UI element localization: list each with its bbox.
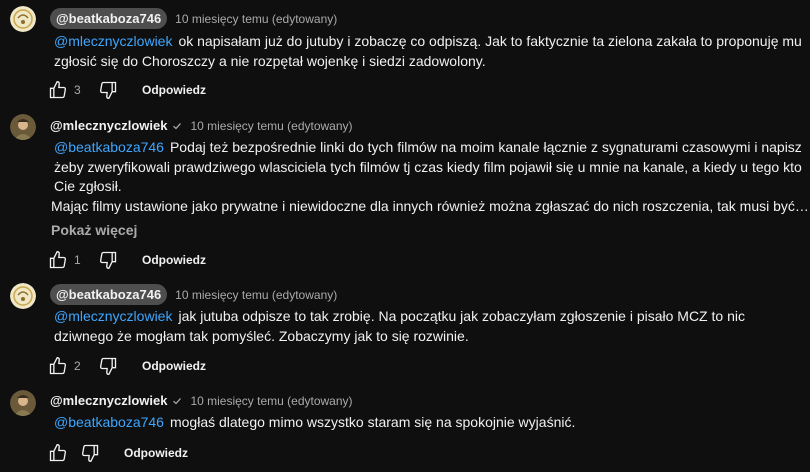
thumbs-down-icon	[99, 81, 117, 100]
comment-actions: 2 Odpowiedz	[46, 354, 206, 378]
comment-text-continued: Mając filmy ustawione jako prywatne i ni…	[51, 198, 809, 214]
mention-link[interactable]: @beatkaboza746	[54, 414, 164, 430]
thumbs-up-icon	[49, 356, 67, 375]
like-button[interactable]	[46, 78, 70, 102]
dislike-button[interactable]	[78, 441, 102, 465]
mention-link[interactable]: @mlecznyczlowiek	[54, 308, 172, 324]
comment-text: @beatkaboza746 mogłaś dlatego mimo wszyst…	[54, 414, 576, 430]
dislike-button[interactable]	[96, 354, 120, 378]
thumbs-down-icon	[99, 251, 117, 270]
comment-actions: 1 Odpowiedz	[46, 248, 206, 272]
author-handle[interactable]: @mlecznyczlowiek	[50, 117, 167, 134]
author-handle[interactable]: @beatkaboza746	[50, 284, 168, 305]
timestamp[interactable]: 10 miesięcy temu (edytowany)	[175, 288, 337, 302]
timestamp[interactable]: 10 miesięcy temu (edytowany)	[175, 12, 337, 26]
avatar[interactable]	[10, 114, 36, 140]
like-button[interactable]	[46, 354, 70, 378]
thumbs-up-icon	[49, 80, 67, 99]
verified-check-icon	[173, 397, 182, 404]
comment-header: @beatkaboza746 10 miesięcy temu (edytowa…	[50, 8, 337, 29]
reply-button[interactable]: Odpowiedz	[124, 446, 188, 460]
comment-header: @mlecznyczlowiek 10 miesięcy temu (edyto…	[50, 117, 353, 134]
avatar[interactable]	[10, 390, 36, 416]
comment-header: @mlecznyczlowiek 10 miesięcy temu (edyto…	[50, 392, 353, 409]
dislike-button[interactable]	[96, 78, 120, 102]
avatar[interactable]	[10, 6, 36, 32]
comment-header: @beatkaboza746 10 miesięcy temu (edytowa…	[50, 284, 337, 305]
like-count: 2	[74, 359, 81, 373]
comment-actions: 3 Odpowiedz	[46, 78, 206, 102]
like-button[interactable]	[46, 248, 70, 272]
comment-text: @beatkaboza746 Podaj też bezpośrednie lin…	[54, 139, 802, 194]
like-count: 1	[74, 253, 81, 267]
author-handle[interactable]: @mlecznyczlowiek	[50, 392, 167, 409]
reply-button[interactable]: Odpowiedz	[142, 359, 206, 373]
comment-actions: Odpowiedz	[46, 441, 188, 465]
comment-text: @mlecznyczlowiek ok napisałam już do jutu…	[54, 33, 802, 69]
thumbs-up-icon	[49, 250, 67, 269]
show-more-button[interactable]: Pokaż więcej	[51, 222, 137, 238]
dislike-button[interactable]	[96, 248, 120, 272]
timestamp[interactable]: 10 miesięcy temu (edytowany)	[190, 119, 352, 133]
like-button[interactable]	[46, 441, 70, 465]
thumbs-up-icon	[49, 443, 67, 462]
mention-link[interactable]: @beatkaboza746	[54, 139, 164, 155]
comment-text: @mlecznyczlowiek jak jutuba odpisze to ta…	[54, 308, 745, 344]
mention-link[interactable]: @mlecznyczlowiek	[54, 33, 172, 49]
thumbs-down-icon	[99, 357, 117, 376]
thumbs-down-icon	[81, 444, 99, 463]
like-count: 3	[74, 83, 81, 97]
author-handle[interactable]: @beatkaboza746	[50, 8, 168, 29]
avatar[interactable]	[10, 283, 36, 309]
reply-button[interactable]: Odpowiedz	[142, 253, 206, 267]
timestamp[interactable]: 10 miesięcy temu (edytowany)	[190, 394, 352, 408]
reply-button[interactable]: Odpowiedz	[142, 83, 206, 97]
verified-check-icon	[173, 122, 182, 129]
